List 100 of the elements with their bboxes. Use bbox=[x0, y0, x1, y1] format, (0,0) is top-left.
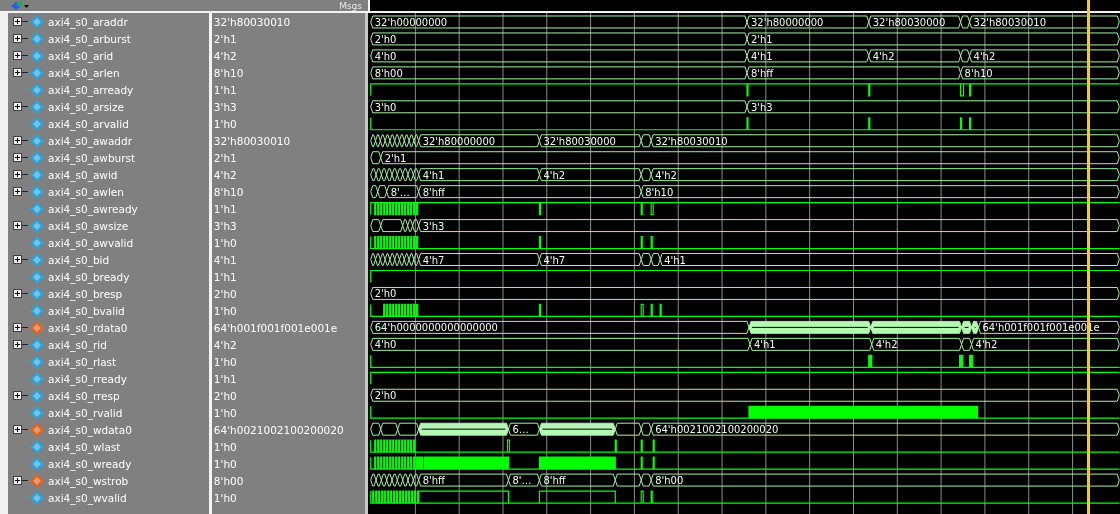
bus-value: 4'h2 bbox=[543, 169, 566, 181]
bus-value: 4'h0 bbox=[374, 50, 397, 62]
signal-name[interactable]: axi4_s0_rdata0 bbox=[48, 321, 128, 334]
signal-name[interactable]: axi4_s0_rid bbox=[48, 338, 107, 351]
signal-name[interactable]: axi4_s0_wdata0 bbox=[48, 423, 132, 436]
expand-button[interactable] bbox=[13, 51, 22, 60]
signal-value: 1'h1 bbox=[213, 202, 237, 215]
signal-value: 4'h2 bbox=[213, 49, 237, 62]
bus-value: 3'h3 bbox=[751, 101, 773, 113]
signal-value: 3'h3 bbox=[213, 100, 237, 113]
bus-value: 8'h00 bbox=[374, 67, 403, 79]
signal-value: 8'h10 bbox=[213, 66, 244, 79]
signal-value: 8'h00 bbox=[213, 474, 244, 487]
bus-value: 64'h0000000000000000 bbox=[374, 322, 498, 334]
signal-name[interactable]: axi4_s0_araddr bbox=[48, 15, 128, 28]
signal-name[interactable]: axi4_s0_rready bbox=[48, 372, 127, 385]
signal-name[interactable]: axi4_s0_awvalid bbox=[48, 236, 134, 249]
signal-value: 1'h0 bbox=[213, 355, 237, 368]
signal-name[interactable]: axi4_s0_bresp bbox=[48, 287, 123, 300]
expand-button[interactable] bbox=[13, 289, 22, 298]
bus-value: 32'h80030000 bbox=[872, 16, 946, 28]
signal-value: 1'h1 bbox=[213, 83, 237, 96]
expand-button[interactable] bbox=[13, 255, 22, 264]
signal-name[interactable]: axi4_s0_arready bbox=[48, 83, 134, 96]
signal-value: 1'h0 bbox=[213, 304, 237, 317]
signal-name[interactable]: axi4_s0_bready bbox=[48, 270, 130, 283]
signal-name[interactable]: axi4_s0_bid bbox=[48, 253, 110, 266]
bus-value: 4'h2 bbox=[973, 50, 996, 62]
signal-value: 32'h80030010 bbox=[213, 134, 291, 147]
signal-name[interactable]: axi4_s0_arlen bbox=[48, 66, 120, 79]
expand-button[interactable] bbox=[13, 187, 22, 196]
signal-value: 2'h0 bbox=[213, 389, 237, 402]
expand-button[interactable] bbox=[13, 153, 22, 162]
signal-value: 32'h80030010 bbox=[213, 15, 291, 28]
expand-button[interactable] bbox=[13, 34, 22, 43]
signal-name[interactable]: axi4_s0_arburst bbox=[48, 32, 131, 45]
bus-value: 4'h1 bbox=[754, 339, 776, 351]
signal-name[interactable]: axi4_s0_awlen bbox=[48, 185, 124, 198]
signal-name[interactable]: axi4_s0_awready bbox=[48, 202, 138, 215]
bus-value: 8'h10 bbox=[964, 67, 993, 79]
signal-name[interactable]: axi4_s0_rvalid bbox=[48, 406, 123, 419]
bus-value: 4'h7 bbox=[543, 254, 566, 266]
expand-button[interactable] bbox=[13, 102, 22, 111]
expand-button[interactable] bbox=[13, 221, 22, 230]
bus-value: 4'h2 bbox=[655, 169, 677, 181]
expand-button[interactable] bbox=[13, 68, 22, 77]
bus-value: 8'… bbox=[512, 475, 532, 487]
signal-name[interactable]: axi4_s0_wvalid bbox=[48, 491, 127, 504]
signal-value: 1'h0 bbox=[213, 236, 237, 249]
bus-value: 2'h0 bbox=[374, 390, 397, 402]
bus-value: 8'hff bbox=[422, 475, 445, 487]
signal-name[interactable]: axi4_s0_awsize bbox=[48, 219, 129, 232]
signal-value: 3'h3 bbox=[213, 219, 237, 232]
signal-value: 1'h0 bbox=[213, 117, 237, 130]
bus-value: 2'h0 bbox=[374, 288, 397, 300]
signal-name[interactable]: axi4_s0_awid bbox=[48, 168, 118, 181]
signal-value: 1'h0 bbox=[213, 406, 237, 419]
expand-button[interactable] bbox=[13, 170, 22, 179]
signal-name[interactable]: axi4_s0_wready bbox=[48, 457, 132, 470]
bus-value: 2'h1 bbox=[384, 152, 407, 164]
signal-name[interactable]: axi4_s0_awaddr bbox=[48, 134, 132, 147]
bus-value: 8'h10 bbox=[645, 186, 674, 198]
signal-name[interactable]: axi4_s0_arvalid bbox=[48, 117, 129, 130]
expand-button[interactable] bbox=[13, 476, 22, 485]
signal-value: 1'h0 bbox=[213, 440, 237, 453]
signal-name[interactable]: axi4_s0_arsize bbox=[48, 100, 124, 113]
expand-button[interactable] bbox=[13, 323, 22, 332]
signal-name[interactable]: axi4_s0_arid bbox=[48, 49, 114, 62]
bus-value: 2'h0 bbox=[374, 33, 397, 45]
expand-button[interactable] bbox=[13, 391, 22, 400]
bus-value: 8'hff bbox=[422, 186, 445, 198]
signal-name[interactable]: axi4_s0_rlast bbox=[48, 355, 117, 368]
signal-value: 4'h2 bbox=[213, 168, 237, 181]
expand-button[interactable] bbox=[13, 425, 22, 434]
bus-value: 3'h0 bbox=[374, 101, 397, 113]
bus-value: 4'h1 bbox=[422, 169, 445, 181]
signal-value: 4'h1 bbox=[213, 253, 237, 266]
signal-value: 1'h0 bbox=[213, 491, 237, 504]
signal-value: 64'h0021002100200020 bbox=[213, 423, 344, 436]
bus-value: 32'h80030010 bbox=[655, 135, 728, 147]
expand-button[interactable] bbox=[13, 136, 22, 145]
bus-value: 4'h2 bbox=[875, 339, 898, 351]
bus-value: 32'h00000000 bbox=[374, 16, 448, 28]
signal-value: 64'h001f001f001e001e bbox=[213, 321, 338, 334]
signal-name[interactable]: axi4_s0_wstrob bbox=[48, 474, 129, 487]
bus-value: 32'h80000000 bbox=[751, 16, 824, 28]
signal-value: 2'h0 bbox=[213, 287, 237, 300]
signal-add-icon[interactable] bbox=[10, 1, 30, 11]
bus-value: 2'h1 bbox=[751, 33, 773, 45]
expand-button[interactable] bbox=[13, 340, 22, 349]
bus-value: 8'hff bbox=[751, 67, 774, 79]
bus-value: 64'h0021002100200020 bbox=[655, 424, 779, 436]
signal-name[interactable]: axi4_s0_bvalid bbox=[48, 304, 125, 317]
signal-name[interactable]: axi4_s0_wlast bbox=[48, 440, 121, 453]
signal-value: 8'h10 bbox=[213, 185, 244, 198]
signal-value: 4'h2 bbox=[213, 338, 237, 351]
signal-name[interactable]: axi4_s0_rresp bbox=[48, 389, 120, 402]
expand-button[interactable] bbox=[13, 17, 22, 26]
signal-name[interactable]: axi4_s0_awburst bbox=[48, 151, 136, 164]
bus-value: 32'h80030010 bbox=[973, 16, 1047, 28]
